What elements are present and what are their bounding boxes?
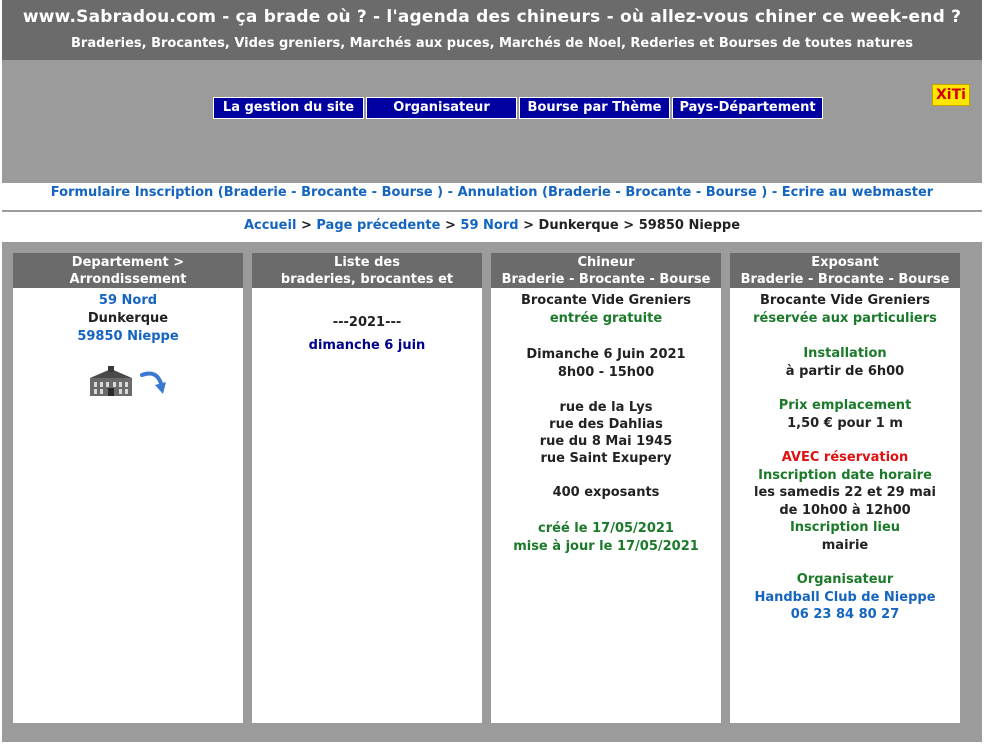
main-panel: Departement > Arrondissement Ville 59 No… [2,242,982,742]
curved-arrow-icon[interactable] [138,367,168,397]
breadcrumb-sep: > [523,218,535,233]
organizer-phone[interactable]: 06 23 84 80 27 [730,606,960,624]
links-bar: Formulaire Inscription (Braderie - Broca… [2,185,982,200]
year-label: ---2021--- [332,315,402,330]
xiti-badge[interactable]: XiTi [932,84,970,106]
column-header-line: Braderie - Brocante - Bourse [501,272,711,287]
link-annulation-braderie[interactable]: Braderie [548,185,611,200]
breadcrumb-sep: > [623,218,635,233]
column-header-line: Braderie - Brocante - Bourse [740,272,950,287]
link-annulation-bourse[interactable]: Bourse [706,185,757,200]
link-59850-nieppe[interactable]: 59850 Nieppe [13,328,243,346]
column-exposant: Exposant Braderie - Brocante - Bourse Br… [730,253,960,723]
price-value: 1,50 € pour 1 m [787,415,903,431]
event-title: Brocante Vide Greniers [759,293,931,308]
breadcrumb-nieppe: 59850 Nieppe [638,218,741,233]
reservation-label: AVEC réservation [781,450,909,465]
breadcrumb-sep: > [300,218,312,233]
breadcrumb-page-precedente[interactable]: Page précedente [316,218,440,233]
menu-organisateur[interactable]: Organisateur [366,97,517,119]
event-title: Brocante Vide Greniers [520,293,692,308]
column-exposant-header: Exposant Braderie - Brocante - Bourse [730,253,960,288]
column-chineur-header: Chineur Braderie - Brocante - Bourse [491,253,721,288]
column-list-header: Liste des braderies, brocantes et bourse… [252,253,482,304]
entry-info: entrée gratuite [549,311,663,326]
link-inscription-brocante[interactable]: Brocante [301,185,367,200]
insc-lieu-label: Inscription lieu [789,520,901,535]
install-label: Installation [803,346,887,361]
date-link[interactable]: dimanche 6 juin [252,337,482,355]
link-inscription-braderie[interactable]: Braderie [224,185,287,200]
breadcrumb-sep: > [444,218,456,233]
organizer-name-link[interactable]: Handball Club de Nieppe [730,589,960,607]
column-chineur: Chineur Braderie - Brocante - Bourse Bro… [491,253,721,723]
separator: - [367,185,382,200]
link-annulation-brocante[interactable]: Brocante [625,185,691,200]
column-header-line: Departement > Arrondissement [69,255,187,287]
separator: - [443,185,458,200]
column-location-header: Departement > Arrondissement Ville [13,253,243,304]
site-title: www.Sabradou.com - ça brade où ? - l'age… [22,7,962,27]
link-59-nord[interactable]: 59 Nord [13,292,243,310]
insc-date-line: les samedis 22 et 29 mai [754,485,936,500]
site-subtitle: Braderies, Brocantes, Vides greniers, Ma… [71,36,913,51]
column-location: Departement > Arrondissement Ville 59 No… [13,253,243,723]
insc-lieu-value: mairie [821,537,869,553]
banner: XiTi [2,60,982,183]
separator: - [691,185,706,200]
price-label: Prix emplacement [778,398,912,413]
organizer-label: Organisateur [796,572,894,587]
install-value: à partir de 6h00 [785,363,905,379]
insc-date-line: de 10h00 à 12h00 [779,502,911,518]
created-date: créé le 17/05/2021 [538,521,674,536]
menu-pays-departement[interactable]: Pays-Département [672,97,823,119]
link-formulaire-inscription[interactable]: Formulaire Inscription ( [51,185,224,200]
street: rue Saint Exupery [540,451,672,466]
street: rue des Dahlias [549,417,663,432]
breadcrumb-accueil[interactable]: Accueil [244,218,296,233]
separator: - [610,185,626,200]
main-menu: La gestion du site Organisateur Bourse p… [213,97,823,119]
breadcrumb: Accueil > Page précedente > 59 Nord > Du… [2,218,982,233]
separator: - [767,185,782,200]
town-hall-icon[interactable] [88,366,134,398]
column-list: Liste des braderies, brocantes et bourse… [252,253,482,723]
street: rue du 8 Mai 1945 [539,434,673,449]
street: rue de la Lys [559,400,653,415]
divider [2,210,982,212]
breadcrumb-59-nord[interactable]: 59 Nord [460,218,518,233]
menu-gestion-site[interactable]: La gestion du site [213,97,364,119]
column-header-line: Liste des [334,255,400,270]
breadcrumb-dunkerque: Dunkerque [538,218,619,233]
site-header: www.Sabradou.com - ça brade où ? - l'age… [2,0,982,60]
reserved-info: réservée aux particuliers [753,310,937,326]
column-header-line: Chineur [577,255,635,270]
arrondissement: Dunkerque [87,311,169,326]
link-inscription-bourse[interactable]: Bourse [382,185,433,200]
insc-date-label: Inscription date horaire [758,467,932,483]
column-header-line: Exposant [811,255,879,270]
link-ecrire-webmaster[interactable]: Ecrire au webmaster [782,185,933,200]
updated-date: mise à jour le 17/05/2021 [513,539,699,554]
link-annulation[interactable]: Annulation ( [458,185,548,200]
event-date: Dimanche 6 Juin 2021 [526,347,686,362]
exposants-count: 400 exposants [552,485,660,500]
menu-bourse-theme[interactable]: Bourse par Thème [519,97,670,119]
separator: - [286,185,302,200]
event-hours: 8h00 - 15h00 [557,365,655,380]
